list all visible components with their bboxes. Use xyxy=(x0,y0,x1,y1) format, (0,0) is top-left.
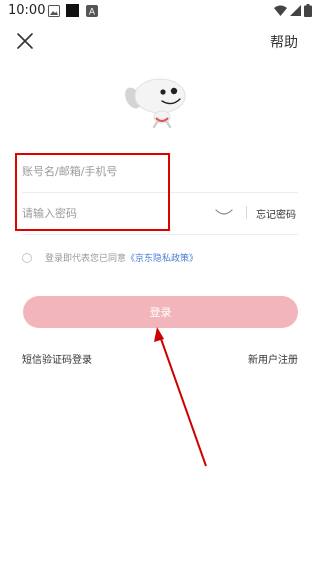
wifi-icon xyxy=(274,5,287,16)
agreement-text: 登录即代表您已同意《京东隐私政策》 xyxy=(45,251,198,264)
agreement-prefix: 登录即代表您已同意 xyxy=(45,254,127,264)
eye-closed-icon[interactable] xyxy=(215,208,233,218)
status-time: 10:00 xyxy=(8,3,46,18)
forgot-password-link[interactable]: 忘记密码 xyxy=(256,206,296,221)
close-icon[interactable] xyxy=(14,30,36,52)
help-link[interactable]: 帮助 xyxy=(270,32,298,52)
register-link[interactable]: 新用户注册 xyxy=(248,351,298,366)
jd-dog-mascot-icon xyxy=(125,78,186,128)
battery-icon xyxy=(304,4,312,17)
highlight-box xyxy=(15,153,170,231)
sms-login-link[interactable]: 短信验证码登录 xyxy=(22,351,92,366)
square-notification-icon xyxy=(66,4,79,17)
password-divider xyxy=(246,206,247,219)
a-badge-icon: A xyxy=(86,5,98,17)
gallery-icon xyxy=(48,5,60,17)
login-button[interactable]: 登录 xyxy=(23,296,298,328)
svg-text:A: A xyxy=(89,8,96,18)
privacy-policy-link[interactable]: 《京东隐私政策》 xyxy=(126,254,198,264)
status-bar: 10:00 A xyxy=(0,0,320,24)
agreement-checkbox[interactable] xyxy=(22,253,32,263)
cellular-signal-icon xyxy=(290,5,301,16)
